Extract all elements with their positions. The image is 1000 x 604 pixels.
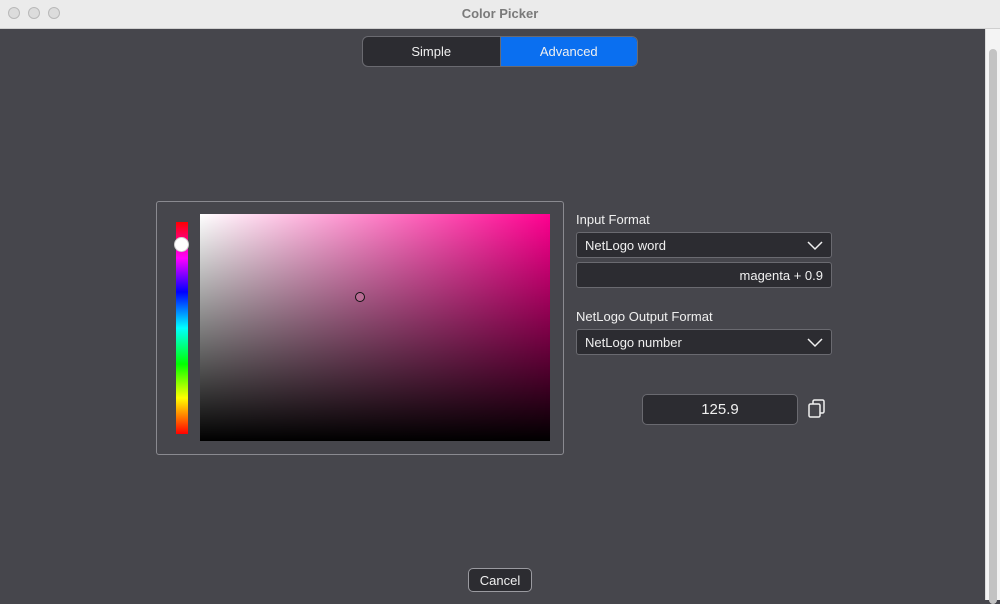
window-title: Color Picker	[461, 6, 539, 21]
output-format-dropdown[interactable]: NetLogo number	[576, 329, 832, 355]
color-picker-panel	[156, 201, 564, 455]
color-input-value: magenta + 0.9	[739, 268, 823, 283]
input-format-selected: NetLogo word	[585, 238, 666, 253]
color-input-field[interactable]: magenta + 0.9	[576, 262, 832, 288]
saturation-brightness-area[interactable]	[200, 214, 550, 441]
scrollbar-thumb[interactable]	[989, 49, 997, 604]
tab-advanced[interactable]: Advanced	[500, 37, 637, 66]
color-selection-handle[interactable]	[355, 292, 365, 302]
hue-slider-handle[interactable]	[174, 237, 189, 252]
chevron-down-icon	[807, 338, 823, 348]
copy-icon[interactable]	[806, 398, 828, 420]
output-value-field[interactable]: 125.9	[642, 394, 798, 425]
output-format-selected: NetLogo number	[585, 335, 682, 350]
input-format-dropdown[interactable]: NetLogo word	[576, 232, 832, 258]
chevron-down-icon	[807, 241, 823, 251]
hue-slider[interactable]	[176, 222, 188, 434]
vertical-scrollbar[interactable]	[985, 29, 1000, 604]
title-bar: Color Picker	[0, 0, 1000, 29]
input-format-label: Input Format	[576, 212, 650, 227]
output-format-label: NetLogo Output Format	[576, 309, 713, 324]
cancel-button[interactable]: Cancel	[468, 568, 532, 592]
tab-simple[interactable]: Simple	[363, 37, 500, 66]
mode-segmented-control: Simple Advanced	[362, 36, 638, 67]
